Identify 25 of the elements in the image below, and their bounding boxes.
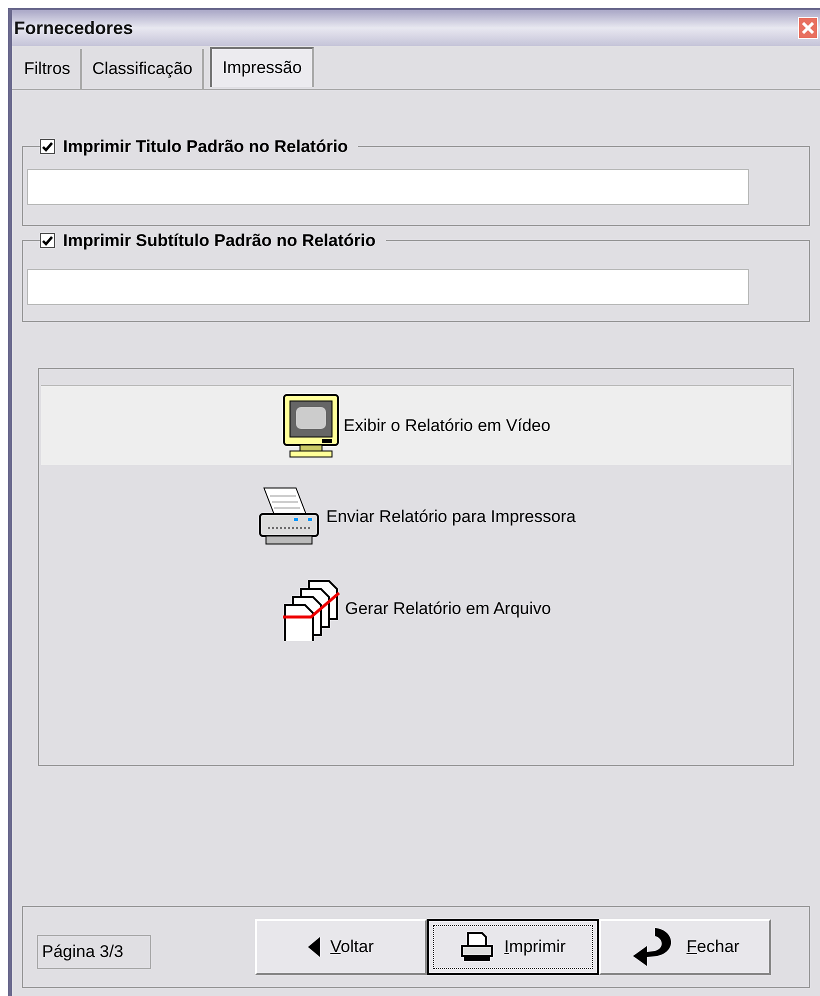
close-button[interactable] <box>798 17 818 39</box>
check-icon <box>42 236 53 246</box>
text-field[interactable] <box>27 169 749 205</box>
check-icon <box>42 142 53 152</box>
window-title: Fornecedores <box>14 16 134 40</box>
checkbox-label: Imprimir Subtítulo Padrão no Relatório <box>63 230 376 252</box>
print-button[interactable]: Imprimir <box>427 919 599 975</box>
monitor-icon <box>282 392 340 458</box>
tab[interactable]: Impressão <box>210 47 314 87</box>
output-option[interactable]: Exibir o Relatório em Vídeo <box>41 385 791 465</box>
text-field[interactable] <box>27 269 749 305</box>
back-button[interactable]: Voltar <box>255 919 427 975</box>
left-arrow-icon <box>308 937 320 957</box>
checkbox[interactable] <box>40 139 55 154</box>
checkbox-label: Imprimir Titulo Padrão no Relatório <box>63 136 348 158</box>
documents-icon <box>281 577 341 641</box>
checkbox[interactable] <box>40 233 55 248</box>
page-indicator: Página 3/3 <box>37 935 151 969</box>
close-button[interactable]: Fechar <box>599 919 771 975</box>
tab[interactable]: Classificação <box>82 49 204 89</box>
printer-icon <box>460 932 494 962</box>
close-icon <box>802 22 814 34</box>
tab[interactable]: Filtros <box>14 49 82 89</box>
output-option[interactable]: Gerar Relatório em Arquivo <box>41 569 791 649</box>
output-option[interactable]: Enviar Relatório para Impressora <box>41 477 791 557</box>
